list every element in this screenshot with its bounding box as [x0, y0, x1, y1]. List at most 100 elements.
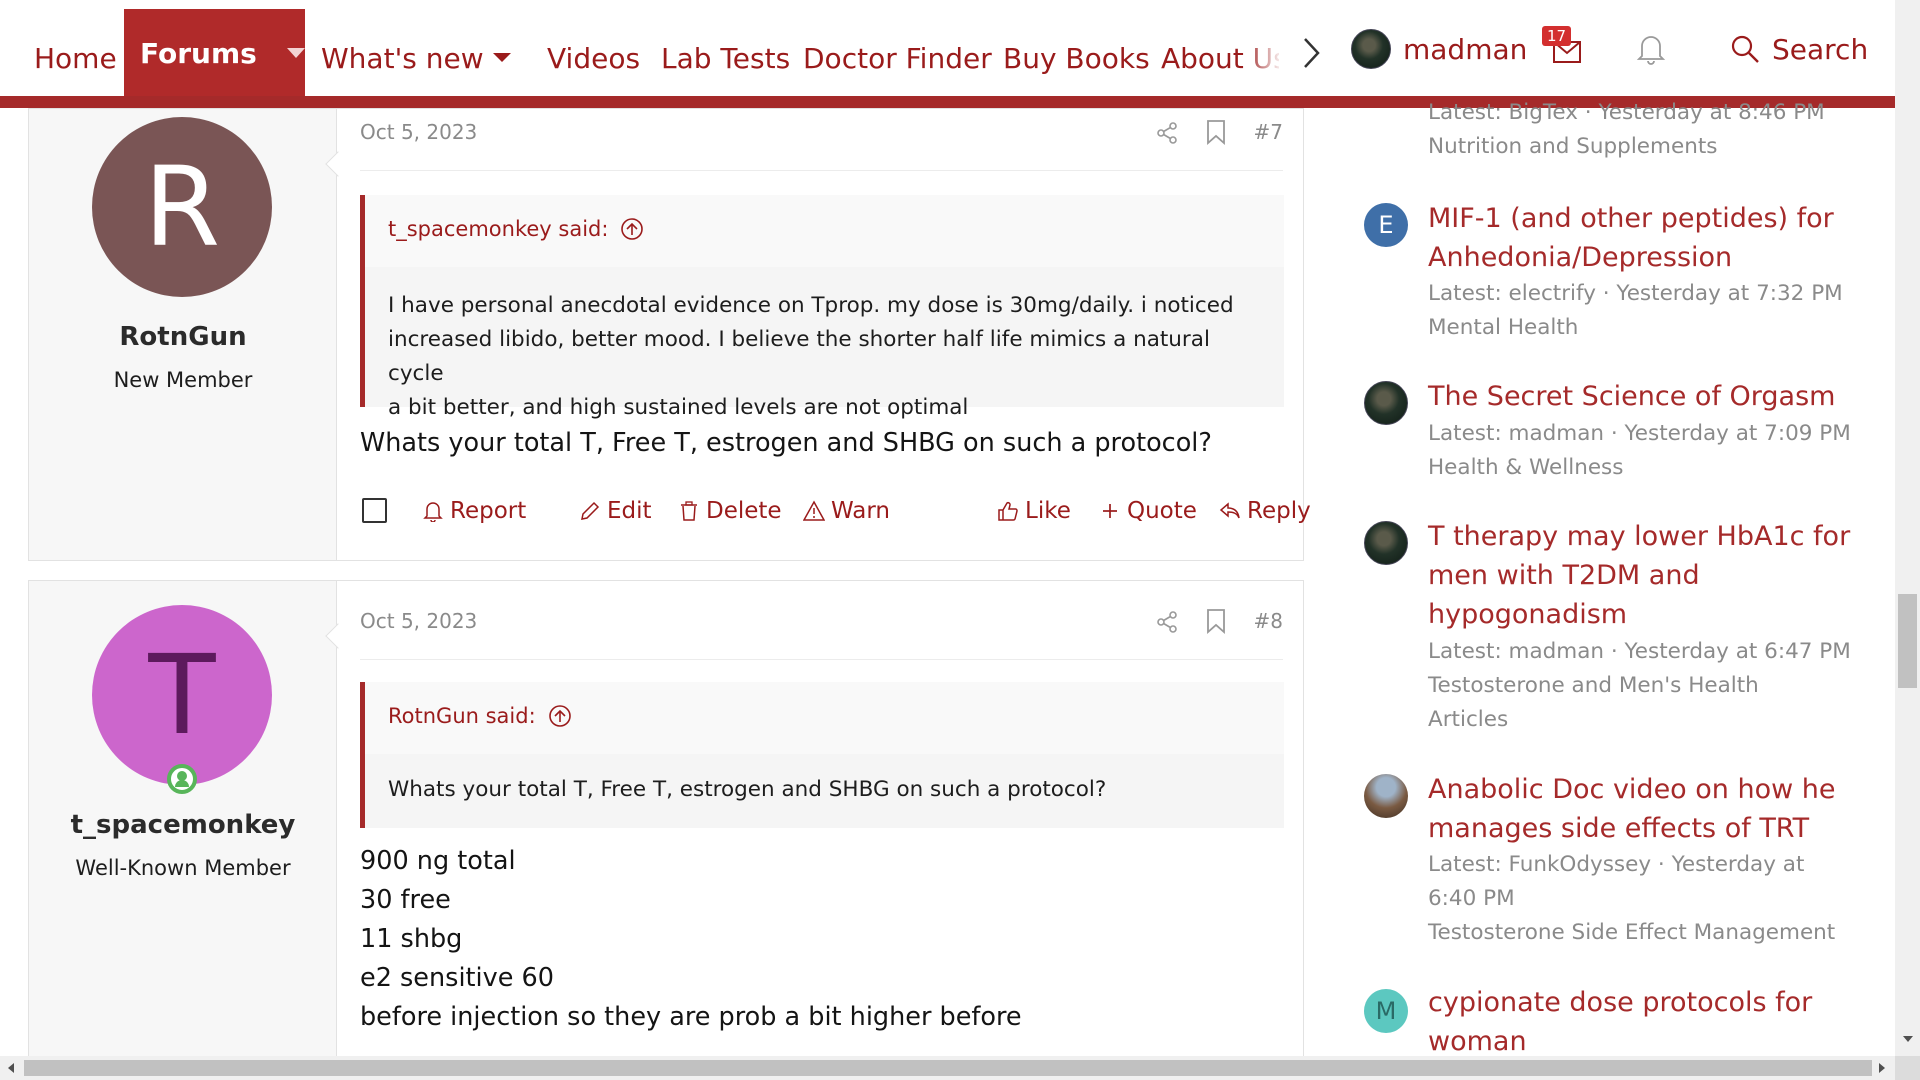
scrollbar-corner [1895, 1056, 1920, 1080]
avatar[interactable]: R [92, 117, 272, 297]
avatar [1351, 29, 1391, 69]
thread-forum[interactable]: Testosterone and Men's Health [1428, 669, 1858, 703]
thread-title[interactable]: MIF-1 (and other peptides) for Anhedonia… [1428, 199, 1858, 277]
quote-author[interactable]: RotnGun said: [388, 704, 572, 728]
quote-label: Quote [1127, 498, 1197, 524]
nav-forums[interactable]: Forums [124, 9, 305, 97]
avatar[interactable]: E [1364, 203, 1408, 247]
thread-title-line: woman [1428, 1026, 1527, 1056]
avatar-initial: T [148, 631, 216, 759]
thread-meta: Latest: FunkOdyssey · Yesterday at 6:40 … [1428, 848, 1858, 950]
pencil-icon [581, 501, 600, 520]
scrollbar-thumb[interactable] [1898, 594, 1917, 688]
scrollbar-thumb[interactable] [24, 1060, 1872, 1076]
nav-whats-new[interactable]: What's new [321, 10, 484, 107]
edit-button[interactable]: Edit [579, 491, 652, 531]
select-checkbox[interactable] [362, 498, 387, 523]
quote-button[interactable]: Quote [1099, 491, 1197, 531]
inbox-count-badge: 17 [1542, 26, 1572, 46]
sidebar-thread[interactable]: E MIF-1 (and other peptides) for Anhedon… [1364, 201, 1864, 351]
thread-forum[interactable]: Nutrition and Supplements [1428, 130, 1858, 164]
plus-icon [1103, 504, 1117, 518]
post-date[interactable]: Oct 5, 2023 [360, 120, 477, 144]
thread-forum[interactable]: Mental Health [1428, 311, 1858, 345]
thread-title-line: manages side effects of TRT [1428, 813, 1810, 844]
nav-doctor-finder[interactable]: Doctor Finder [803, 10, 992, 107]
share-icon[interactable] [1155, 610, 1179, 634]
nav-username: madman [1403, 32, 1528, 66]
avatar[interactable] [1364, 381, 1408, 425]
avatar[interactable] [1364, 521, 1408, 565]
share-icon[interactable] [1155, 121, 1179, 145]
user-title: New Member [113, 368, 253, 392]
reply-icon [1219, 502, 1240, 519]
post-username[interactable]: RotnGun [29, 322, 337, 352]
quote-author[interactable]: t_spacemonkey said: [388, 217, 644, 241]
sidebar-thread[interactable]: The Secret Science of Orgasm Latest: mad… [1364, 379, 1864, 489]
arrow-up-circle-icon[interactable] [548, 704, 572, 728]
nav-about-us[interactable]: About Us [1161, 10, 1279, 107]
thread-title[interactable]: The Secret Science of Orgasm [1428, 377, 1858, 416]
post-line: 11 shbg [360, 924, 463, 954]
nav-lab-tests[interactable]: Lab Tests [661, 10, 790, 107]
thread-title-line: The Secret Science of Orgasm [1428, 381, 1836, 412]
chevron-right-icon[interactable] [1300, 36, 1322, 70]
nav-home[interactable]: Home [34, 10, 117, 107]
thread-title[interactable]: T therapy may lower HbA1c for men with T… [1428, 517, 1858, 634]
bell-icon[interactable] [1636, 32, 1666, 66]
post-number[interactable]: #8 [1254, 609, 1283, 633]
report-button[interactable]: Report [422, 491, 526, 531]
thread-latest: Latest: electrify · Yesterday at 7:32 PM [1428, 281, 1843, 306]
post-body: 900 ng total 30 free 11 shbg e2 sensitiv… [360, 842, 1022, 1037]
horizontal-scrollbar[interactable] [0, 1056, 1895, 1080]
warn-label: Warn [831, 498, 890, 524]
bookmark-icon[interactable] [1205, 608, 1227, 634]
scroll-left-icon[interactable] [8, 1063, 14, 1073]
edit-label: Edit [607, 498, 652, 524]
nav-videos[interactable]: Videos [547, 10, 640, 107]
thread-title[interactable]: cypionate dose protocols for woman [1428, 985, 1858, 1056]
delete-button[interactable]: Delete [678, 491, 782, 531]
quote-line: I have personal anecdotal evidence on Tp… [388, 293, 1234, 318]
avatar-initial: M [1375, 997, 1397, 1025]
thread-forum[interactable]: Health & Wellness [1428, 451, 1858, 485]
scroll-down-icon[interactable] [1903, 1036, 1913, 1042]
search-button[interactable]: Search [1730, 27, 1868, 71]
sidebar-thread[interactable]: T therapy may lower HbA1c for men with T… [1364, 519, 1864, 739]
scroll-right-icon[interactable] [1879, 1063, 1885, 1073]
sidebar-thread[interactable]: M cypionate dose protocols for woman [1364, 985, 1864, 1056]
like-button[interactable]: Like [997, 491, 1071, 531]
nav-account[interactable]: madman [1351, 27, 1527, 71]
quote-text: Whats your total T, Free T, estrogen and… [388, 773, 1264, 807]
search-icon [1731, 35, 1759, 63]
quote-line: a bit better, and high sustained levels … [388, 395, 969, 420]
delete-label: Delete [706, 498, 782, 524]
vertical-scrollbar[interactable] [1895, 0, 1920, 1056]
arrow-up-circle-icon[interactable] [620, 217, 644, 241]
post-username[interactable]: t_spacemonkey [29, 810, 337, 840]
avatar[interactable] [1364, 774, 1408, 818]
chevron-down-icon[interactable] [286, 48, 305, 58]
thread-meta: Latest: BigTex · Yesterday at 8:46 PM Nu… [1428, 98, 1858, 164]
post-date[interactable]: Oct 5, 2023 [360, 609, 477, 633]
thumbs-up-icon [998, 501, 1018, 521]
quote-line: increased libido, better mood. I believe… [388, 327, 1210, 386]
reply-button[interactable]: Reply [1219, 491, 1311, 531]
forum-post: T t_spacemonkey Well-Known Member Oct 5,… [28, 580, 1304, 1056]
chevron-down-icon[interactable] [493, 53, 511, 62]
bookmark-icon[interactable] [1205, 119, 1227, 145]
thread-title[interactable]: Anabolic Doc video on how he manages sid… [1428, 770, 1858, 848]
thread-forum[interactable]: Articles [1428, 703, 1858, 737]
sidebar-thread-partial[interactable]: Latest: BigTex · Yesterday at 8:46 PM Nu… [1364, 98, 1864, 168]
avatar[interactable]: T [92, 605, 272, 785]
post-body: Whats your total T, Free T, estrogen and… [360, 424, 1212, 463]
avatar[interactable]: M [1364, 989, 1408, 1033]
thread-forum[interactable]: Testosterone Side Effect Management [1428, 916, 1858, 950]
nav-buy-books[interactable]: Buy Books [1003, 10, 1150, 107]
sidebar-thread[interactable]: Anabolic Doc video on how he manages sid… [1364, 772, 1864, 952]
post-number[interactable]: #7 [1254, 120, 1283, 144]
online-status-icon [167, 764, 197, 794]
user-title: Well-Known Member [75, 856, 291, 880]
post-line: e2 sensitive 60 [360, 963, 554, 993]
warn-button[interactable]: Warn [803, 491, 890, 531]
